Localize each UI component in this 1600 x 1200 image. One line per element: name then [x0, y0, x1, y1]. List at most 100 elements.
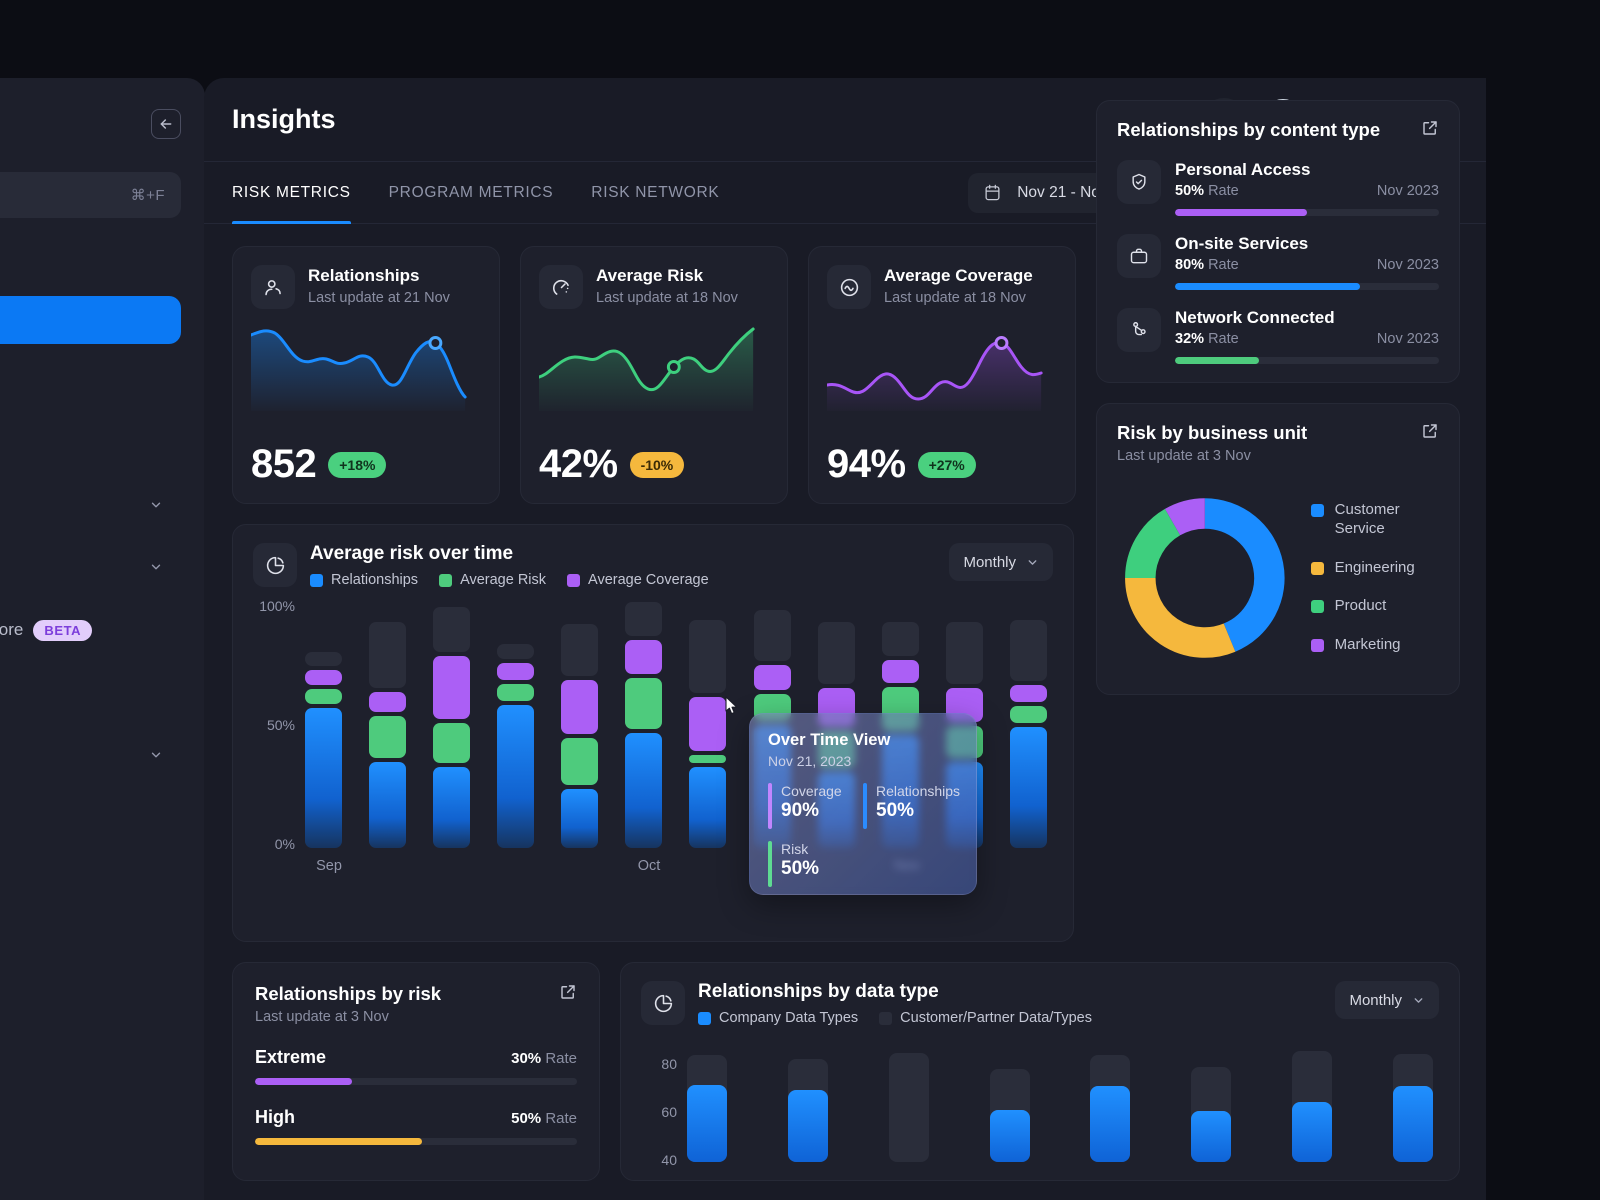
legend-item-average-risk[interactable]: Average Risk	[439, 572, 546, 588]
stacked-bar-plot: 100% 50% 0% Sep Oct Nov	[253, 598, 1053, 898]
sidebar-item-resource[interactable]: Resource	[0, 420, 181, 468]
card-subtitle: Last update at 3 Nov	[255, 1009, 389, 1025]
legend-item-marketing[interactable]: Marketing	[1310, 636, 1439, 655]
bar-segment-rest	[945, 622, 983, 684]
content-type-name: Network Connected	[1175, 308, 1335, 327]
bar-segment-rest	[881, 622, 919, 657]
bar-column[interactable]	[497, 602, 535, 848]
bar-segment-rest	[817, 622, 855, 684]
expand-card-button[interactable]	[1421, 119, 1439, 142]
sparkline-average-coverage	[825, 323, 1057, 415]
bar-column[interactable]	[1090, 1042, 1131, 1162]
bar-column[interactable]	[433, 602, 471, 848]
bar-segment-company	[1090, 1086, 1131, 1162]
bar-column[interactable]	[561, 602, 599, 848]
bar-column[interactable]	[1392, 1042, 1433, 1162]
relationships-by-risk-card: Relationships by risk Last update at 3 N…	[232, 962, 600, 1181]
bar-column[interactable]	[1292, 1042, 1333, 1162]
bar-column[interactable]	[625, 602, 663, 848]
bar-segment-rest	[497, 644, 535, 659]
bar-segment-purple	[1009, 685, 1047, 703]
beta-badge: BETA	[33, 619, 93, 641]
content-type-date: Nov 2023	[1376, 257, 1439, 273]
bar-segment-green	[305, 689, 342, 704]
bar-segment-green	[433, 723, 471, 763]
legend-item-relationships[interactable]: Relationships	[310, 572, 418, 588]
sidebar-search-input[interactable]: Search ⌘+F	[0, 172, 181, 218]
legend-item-company-data-types[interactable]: Company Data Types	[698, 1010, 858, 1026]
bar-column[interactable]	[1191, 1042, 1232, 1162]
donut-slice[interactable]	[1125, 508, 1181, 579]
risk-rate-value: 50%	[511, 1110, 542, 1127]
content-type-date: Nov 2023	[1376, 183, 1439, 199]
sidebar-item-trust[interactable]: Trust	[0, 482, 181, 530]
tooltip-metric-risk: Risk 50%	[768, 841, 863, 887]
y-tick-label: 40	[661, 1152, 677, 1168]
progress-fill	[1175, 357, 1260, 364]
bar-segment-company	[989, 1110, 1030, 1162]
bar-segment-blue	[689, 766, 727, 848]
sidebar: GuardPro Search ⌘+F GENERAL Insights Ana…	[0, 78, 205, 1200]
legend-item-customer-partner-data-types[interactable]: Customer/Partner Data/Types	[879, 1010, 1092, 1026]
legend-item-engineering[interactable]: Engineering	[1310, 559, 1439, 578]
sidebar-item-insights[interactable]: Insights	[0, 296, 181, 344]
content-type-row-on-site-services: On-site Services 80% Rate Nov 2023	[1117, 234, 1439, 290]
sparkline-average-risk	[537, 323, 769, 415]
legend-item-product[interactable]: Product	[1310, 597, 1439, 616]
y-axis: 100% 50% 0%	[253, 598, 299, 852]
chart-tooltip: Over Time View Nov 21, 2023 Coverage 90%…	[749, 713, 977, 895]
tab-program-metrics[interactable]: PROGRAM METRICS	[389, 162, 554, 224]
bar-column[interactable]	[687, 1042, 727, 1162]
bar-segment-rest	[433, 607, 471, 652]
content-type-date: Nov 2023	[1376, 331, 1439, 347]
sidebar-item-help-center[interactable]: Help Center	[0, 794, 181, 842]
kpi-value: 852	[251, 442, 317, 486]
expand-card-button[interactable]	[559, 983, 577, 1006]
content-type-row-personal-access: Personal Access 50% Rate Nov 2023	[1117, 160, 1439, 216]
bottom-row: Relationships by risk Last update at 3 N…	[232, 962, 1460, 1181]
sidebar-item-business-explore[interactable]: Business Explore BETA	[0, 606, 181, 654]
data-type-period-dropdown[interactable]: Monthly	[1335, 981, 1439, 1019]
legend-item-customer-service[interactable]: Customer Service	[1310, 501, 1439, 539]
network-node-icon	[1117, 308, 1161, 352]
bar-segment-rest	[369, 622, 407, 689]
donut-slice[interactable]	[1204, 498, 1285, 652]
sidebar-item-analytics[interactable]: Analytics	[0, 358, 181, 406]
sidebar-collapse-button[interactable]	[151, 109, 181, 139]
bar-segment-blue	[561, 788, 599, 848]
bar-column[interactable]	[1009, 602, 1047, 848]
bar-column[interactable]	[369, 602, 407, 848]
expand-card-button[interactable]	[1421, 422, 1439, 445]
kpi-card-average-coverage[interactable]: Average Coverage Last update at 18 Nov 9…	[808, 246, 1076, 504]
donut-slice[interactable]	[1125, 577, 1236, 658]
sidebar-item-setting[interactable]: Setting	[0, 732, 181, 780]
kpi-card-average-risk[interactable]: Average Risk Last update at 18 Nov 42% -…	[520, 246, 788, 504]
tooltip-metric-coverage: Coverage 90%	[768, 783, 863, 829]
content-type-name: On-site Services	[1175, 234, 1309, 253]
progress-track	[1175, 283, 1439, 290]
legend-swatch	[1310, 504, 1324, 518]
bar-column[interactable]	[689, 602, 727, 848]
kpi-card-relationships[interactable]: Relationships Last update at 21 Nov 852 …	[232, 246, 500, 504]
progress-track	[255, 1078, 577, 1085]
bar-column[interactable]	[305, 602, 342, 848]
content-type-rate: 32%	[1175, 331, 1205, 347]
donut-slice[interactable]	[1164, 498, 1206, 536]
bar-segment-blue	[305, 707, 342, 848]
app-root: GuardPro Search ⌘+F GENERAL Insights Ana…	[0, 0, 1600, 1200]
bar-column[interactable]	[787, 1042, 828, 1162]
tooltip-metric-relationships: Relationships 50%	[863, 783, 960, 829]
tab-risk-metrics[interactable]: RISK METRICS	[232, 162, 351, 224]
bar-column[interactable]	[888, 1042, 929, 1162]
bar-column[interactable]	[989, 1042, 1030, 1162]
bar-segment-company	[1392, 1086, 1433, 1162]
progress-track	[1175, 209, 1439, 216]
x-tick-label: Sep	[316, 858, 342, 874]
page-title: Insights	[232, 104, 336, 134]
legend-item-average-coverage[interactable]: Average Coverage	[567, 572, 709, 588]
card-title: Relationships by risk	[255, 983, 442, 1004]
tab-risk-network[interactable]: RISK NETWORK	[591, 162, 719, 224]
chart-period-dropdown[interactable]: Monthly	[949, 543, 1053, 581]
bar-segment-blue	[433, 766, 471, 848]
sidebar-item-relationships[interactable]: Relationships	[0, 544, 181, 592]
